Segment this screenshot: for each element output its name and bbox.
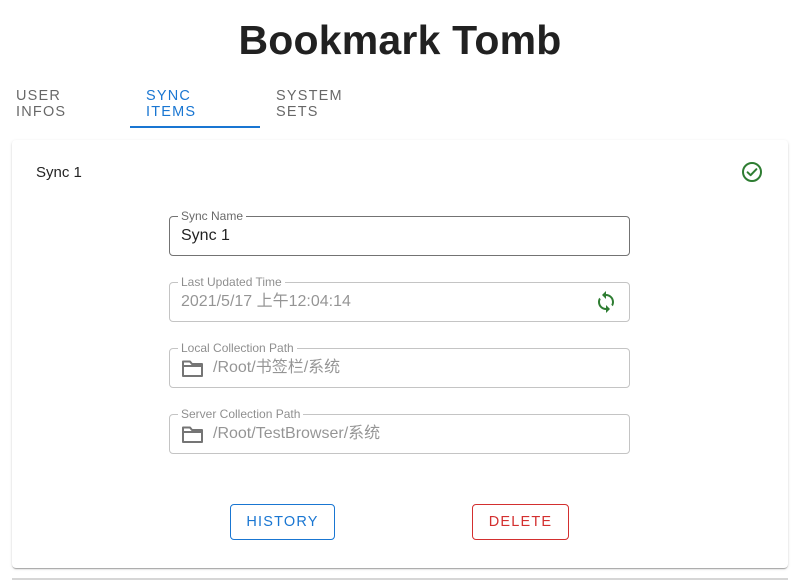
tab-bar: USER INFOS SYNC ITEMS SYSTEM SETS xyxy=(0,80,390,128)
tab-sync-items[interactable]: SYNC ITEMS xyxy=(130,80,260,128)
history-button[interactable]: HISTORY xyxy=(230,504,335,540)
next-card-edge xyxy=(12,578,788,580)
local-path-value: /Root/书签栏/系统 xyxy=(213,359,341,376)
folder-icon xyxy=(182,360,203,377)
sync-item-title: Sync 1 xyxy=(36,164,82,181)
server-path-value: /Root/TestBrowser/系统 xyxy=(213,425,381,442)
app-title: Bookmark Tomb xyxy=(238,17,562,63)
tab-system-sets[interactable]: SYSTEM SETS xyxy=(260,80,390,128)
local-path-field[interactable]: Local Collection Path /Root/书签栏/系统 xyxy=(169,340,630,388)
last-updated-value: 2021/5/17 上午12:04:14 xyxy=(181,293,351,310)
sync-name-field[interactable]: Sync Name Sync 1 xyxy=(169,208,630,256)
check-circle-icon xyxy=(742,162,762,182)
sync-name-input[interactable]: Sync 1 xyxy=(181,217,230,255)
server-path-field[interactable]: Server Collection Path /Root/TestBrowser… xyxy=(169,406,630,454)
folder-icon xyxy=(182,426,203,443)
last-updated-field: Last Updated Time 2021/5/17 上午12:04:14 xyxy=(169,274,630,322)
delete-button[interactable]: DELETE xyxy=(472,504,569,540)
refresh-icon[interactable] xyxy=(594,290,618,314)
sync-item-card: Sync 1 Sync Name Sync 1 Last Updated Tim… xyxy=(12,140,788,568)
tab-user-infos[interactable]: USER INFOS xyxy=(0,80,130,128)
